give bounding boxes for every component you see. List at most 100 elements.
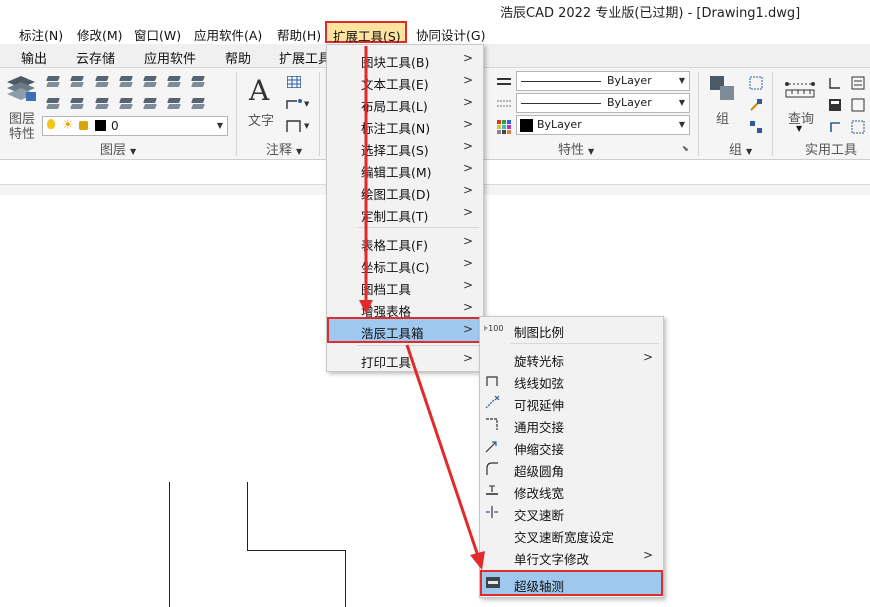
menu-item-custom-tools[interactable]: 定制工具(T) > bbox=[327, 202, 483, 224]
group-icon bbox=[710, 76, 734, 100]
menu-collab[interactable]: 协同设计(G) bbox=[416, 25, 485, 44]
menu-item-layout-tools[interactable]: 布局工具(L) > bbox=[327, 92, 483, 114]
menu-dimension[interactable]: 标注(N) bbox=[19, 25, 63, 44]
dialog-launcher-icon[interactable]: ⬊ bbox=[682, 144, 689, 153]
chevron-right-icon: > bbox=[462, 205, 473, 219]
group-edit-icon[interactable] bbox=[749, 76, 763, 90]
menu-item-label: 编辑工具(M) bbox=[361, 165, 432, 180]
menu-item-doc-tools[interactable]: 图档工具 > bbox=[327, 275, 483, 297]
lineweight-select[interactable]: ByLayer ▼ bbox=[516, 93, 690, 113]
measure-icon[interactable] bbox=[828, 76, 842, 90]
junction-icon bbox=[486, 418, 498, 430]
query-button[interactable]: 查询 ▼ bbox=[784, 76, 820, 133]
menu-separator bbox=[510, 343, 659, 344]
table-icon[interactable] bbox=[287, 76, 301, 88]
tab-cloud[interactable]: 云存储 bbox=[76, 48, 115, 67]
layer-select[interactable]: ☀ 0 ▼ bbox=[42, 116, 228, 136]
layer-tool-icon[interactable] bbox=[143, 76, 157, 88]
layer-tool-icon[interactable] bbox=[167, 98, 181, 110]
group-ungroup-icon[interactable] bbox=[749, 120, 763, 134]
submenu-item-modify-lineweight[interactable]: 修改线宽 bbox=[480, 479, 663, 501]
layer-tool-icon[interactable] bbox=[70, 98, 84, 110]
group-select-icon[interactable] bbox=[749, 98, 763, 112]
chevron-right-icon: > bbox=[462, 300, 473, 314]
leader-icon[interactable]: ▼ bbox=[285, 97, 309, 111]
layer-group-label: 图层 ▼ bbox=[100, 143, 137, 158]
submenu-item-line-chord[interactable]: 线线如弦 bbox=[480, 369, 663, 391]
menu-item-label: 可视延伸 bbox=[514, 398, 565, 413]
properties-group-label: 特性 ▼ bbox=[558, 143, 595, 158]
point-icon[interactable] bbox=[851, 98, 865, 112]
submenu-item-general-junction[interactable]: 通用交接 bbox=[480, 413, 663, 435]
submenu-item-single-text-modify[interactable]: 单行文字修改 > bbox=[480, 545, 663, 567]
dimension-icon[interactable]: ▼ bbox=[285, 119, 311, 133]
layer-tool-icon[interactable] bbox=[70, 76, 84, 88]
menu-item-table-tools[interactable]: 表格工具(F) > bbox=[327, 231, 483, 253]
text-button[interactable]: A 文字 bbox=[246, 74, 276, 130]
tab-extend[interactable]: 扩展工具 bbox=[279, 48, 331, 67]
select-icon[interactable] bbox=[851, 120, 865, 134]
menu-item-label: 绘图工具(D) bbox=[361, 187, 431, 202]
chevron-right-icon: > bbox=[462, 183, 473, 197]
layer-tool-icon[interactable] bbox=[167, 76, 181, 88]
chevron-down-icon: ▼ bbox=[678, 76, 685, 85]
submenu-item-cross-break-width[interactable]: 交叉速断宽度设定 bbox=[480, 523, 663, 545]
tab-output[interactable]: 输出 bbox=[21, 48, 47, 67]
menu-item-draw-tools[interactable]: 绘图工具(D) > bbox=[327, 180, 483, 202]
menu-window[interactable]: 窗口(W) bbox=[134, 25, 181, 44]
text-a-icon: A bbox=[249, 74, 270, 107]
tab-apps[interactable]: 应用软件 bbox=[144, 48, 196, 67]
menu-item-enhanced-table[interactable]: 增强表格 > bbox=[327, 297, 483, 319]
lineweight-value: ByLayer bbox=[607, 96, 652, 109]
menu-item-print-tools[interactable]: 打印工具 > bbox=[327, 348, 483, 370]
menu-item-coord-tools[interactable]: 坐标工具(C) > bbox=[327, 253, 483, 275]
menu-item-dimension-tools[interactable]: 标注工具(N) > bbox=[327, 114, 483, 136]
menu-item-select-tools[interactable]: 选择工具(S) > bbox=[327, 136, 483, 158]
menu-item-text-tools[interactable]: 文本工具(E) > bbox=[327, 70, 483, 92]
menu-item-label: 标注工具(N) bbox=[361, 121, 431, 136]
layer-tool-icon[interactable] bbox=[191, 76, 205, 88]
submenu-item-drawing-scale[interactable]: ⊧100 制图比例 bbox=[480, 318, 663, 340]
menu-apps[interactable]: 应用软件(A) bbox=[194, 25, 262, 44]
layer-tool-icon[interactable] bbox=[119, 76, 133, 88]
chevron-right-icon: > bbox=[462, 117, 473, 131]
layer-tool-icon[interactable] bbox=[143, 98, 157, 110]
submenu-item-stretch-junction[interactable]: 伸缩交接 bbox=[480, 435, 663, 457]
menu-bar: 标注(N) 修改(M) 窗口(W) 应用软件(A) 帮助(H) 扩展工具(S) … bbox=[0, 20, 870, 44]
tab-help[interactable]: 帮助 bbox=[225, 48, 251, 67]
color-select[interactable]: ByLayer ▼ bbox=[516, 115, 690, 135]
menu-item-edit-tools[interactable]: 编辑工具(M) > bbox=[327, 158, 483, 180]
color-grid-icon bbox=[497, 120, 511, 134]
submenu-item-visual-extend[interactable]: 可视延伸 bbox=[480, 391, 663, 413]
submenu-item-cross-break[interactable]: 交叉速断 bbox=[480, 501, 663, 523]
layer-tool-icon[interactable] bbox=[46, 76, 60, 88]
layer-tool-icon[interactable] bbox=[95, 98, 109, 110]
menu-item-block-tools[interactable]: 图块工具(B) > bbox=[327, 48, 483, 70]
layer-tool-icon[interactable] bbox=[95, 76, 109, 88]
layer-tool-icon[interactable] bbox=[119, 98, 133, 110]
group-label: 组 bbox=[716, 112, 730, 127]
submenu-item-rotate-cursor[interactable]: 旋转光标 > bbox=[480, 347, 663, 369]
linetype-icon bbox=[497, 78, 511, 85]
menu-item-label: 修改线宽 bbox=[514, 486, 565, 501]
group-button[interactable]: 组 bbox=[706, 74, 742, 130]
layer-big-label-2: 特性 bbox=[9, 127, 36, 142]
menu-modify[interactable]: 修改(M) bbox=[77, 25, 123, 44]
menu-item-label: 交叉速断 bbox=[514, 508, 565, 523]
submenu-item-super-axonometric[interactable]: 超级轴测 bbox=[480, 570, 663, 596]
calculator-icon[interactable] bbox=[828, 98, 842, 112]
list-icon[interactable] bbox=[851, 76, 865, 90]
menu-help[interactable]: 帮助(H) bbox=[277, 25, 321, 44]
menu-item-gstarcad-toolbox[interactable]: 浩辰工具箱 > bbox=[327, 317, 483, 343]
linetype-select[interactable]: ByLayer ▼ bbox=[516, 71, 690, 91]
ucs-icon[interactable] bbox=[828, 120, 842, 134]
layer-tool-icon[interactable] bbox=[46, 98, 60, 110]
menu-extend-tools[interactable]: 扩展工具(S) bbox=[325, 21, 407, 44]
submenu-item-super-fillet[interactable]: 超级圆角 bbox=[480, 457, 663, 479]
ruler-icon bbox=[785, 82, 815, 98]
svg-text:▼: ▼ bbox=[304, 100, 309, 108]
color-swatch-icon bbox=[95, 120, 106, 131]
layer-properties-button[interactable]: 图层 特性 bbox=[4, 72, 38, 142]
axonometric-icon bbox=[486, 577, 500, 588]
layer-tool-icon[interactable] bbox=[191, 98, 205, 110]
